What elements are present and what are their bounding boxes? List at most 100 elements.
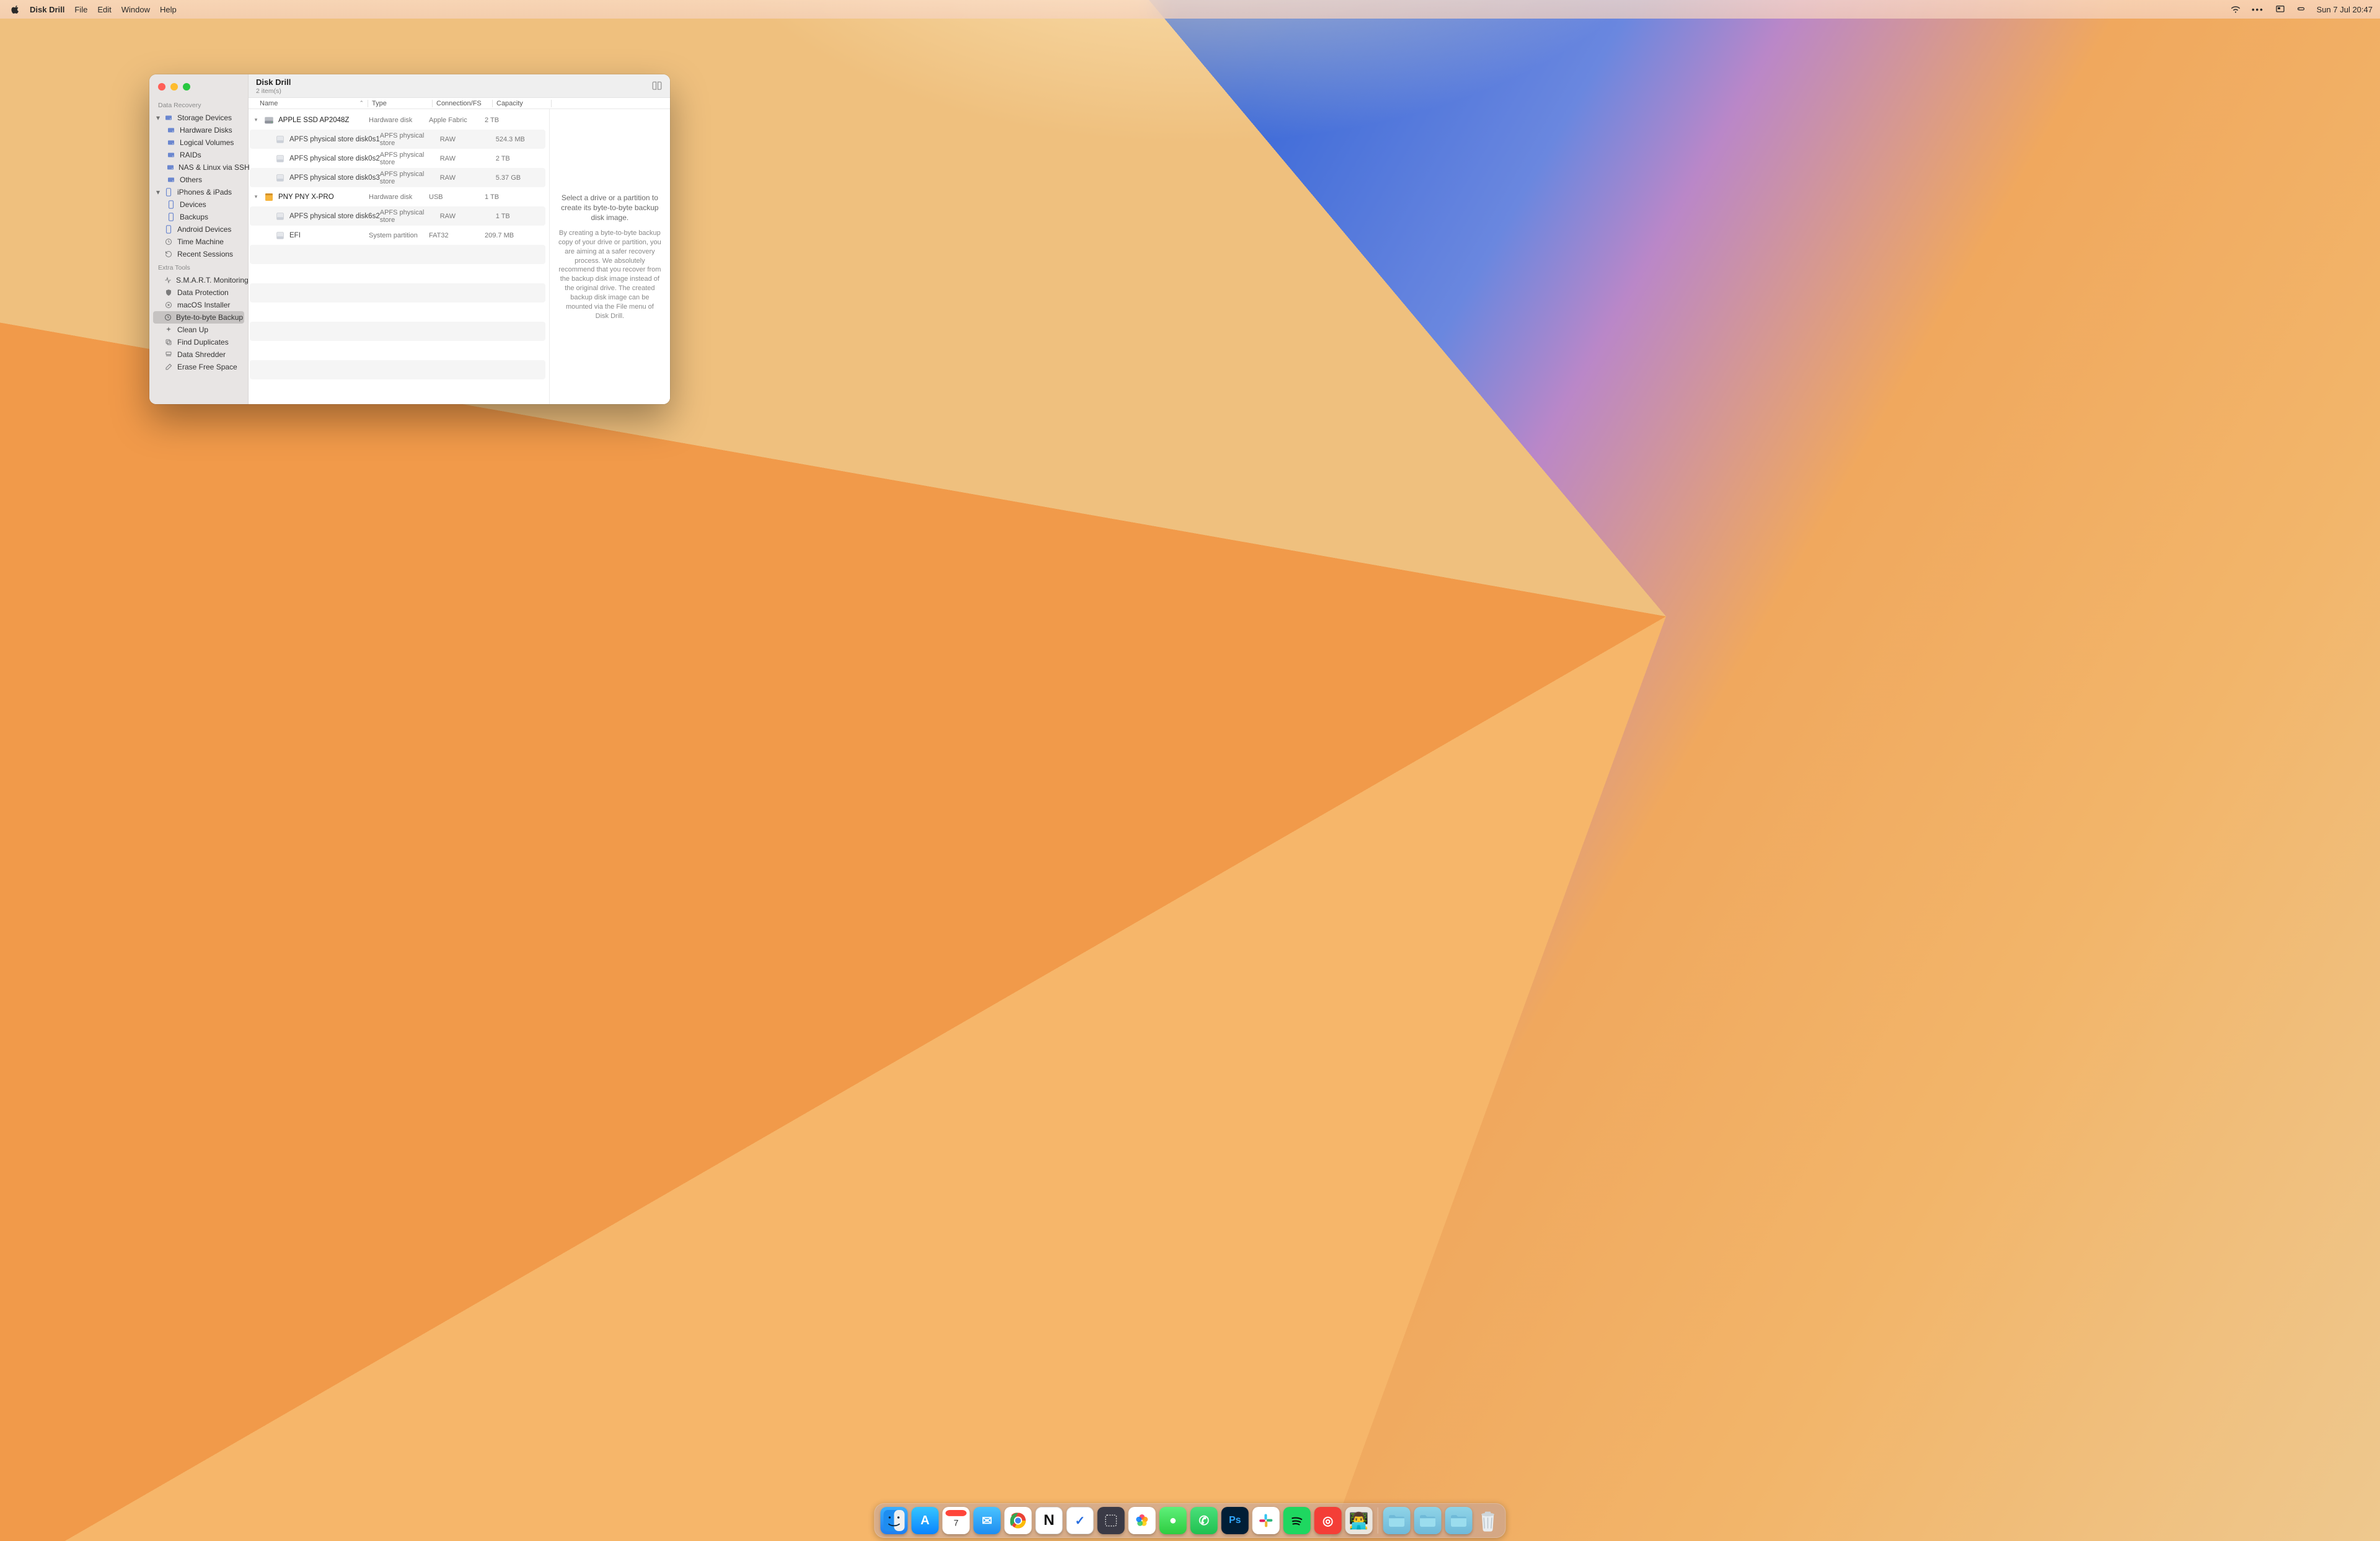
control-center-icon[interactable] [2296, 5, 2306, 14]
menubar: Disk Drill File Edit Window Help ••• Sun… [0, 0, 2380, 19]
dock-app-mail[interactable]: ✉ [974, 1507, 1001, 1534]
dock-app-app-store[interactable]: A [912, 1507, 939, 1534]
sidebar-item-recent-sessions[interactable]: Recent Sessions [149, 248, 248, 260]
table-row[interactable]: APFS physical store disk0s3APFS physical… [250, 168, 545, 187]
table-row[interactable]: ▾PNY PNY X-PROHardware diskUSB1 TB [250, 187, 545, 206]
row-type: APFS physical store [380, 209, 440, 224]
sidebar-item-raids[interactable]: RAIDs [149, 149, 248, 161]
sidebar-item-macos-installer[interactable]: macOS Installer [149, 299, 248, 311]
dock-app-pixelmator[interactable] [1098, 1507, 1125, 1534]
history-icon [164, 250, 173, 258]
clock-icon [164, 238, 173, 245]
chevron-down-icon[interactable]: ▾ [252, 193, 260, 200]
dock-app-photos[interactable] [1129, 1507, 1156, 1534]
dock-folder-1[interactable] [1383, 1507, 1411, 1534]
sidebar-item-erase-free-space[interactable]: Erase Free Space [149, 361, 248, 373]
sidebar-item-backups[interactable]: Backups [149, 211, 248, 223]
dock-app-pocketcasts[interactable]: ◎ [1315, 1507, 1342, 1534]
close-button[interactable] [158, 83, 165, 91]
row-type: Hardware disk [369, 117, 429, 124]
detail-heading: Select a drive or a partition to create … [558, 193, 661, 223]
row-connection: Apple Fabric [429, 117, 485, 124]
dock-folder-3[interactable] [1445, 1507, 1473, 1534]
clock-icon [164, 314, 172, 321]
empty-row [250, 264, 545, 283]
sidebar-item-data-shredder[interactable]: Data Shredder [149, 348, 248, 361]
sidebar-item-label: Time Machine [177, 237, 224, 246]
detail-panel: Select a drive or a partition to create … [549, 109, 670, 404]
chevron-down-icon[interactable]: ▾ [155, 115, 161, 121]
minimize-button[interactable] [170, 83, 178, 91]
sidebar-item-time-machine[interactable]: Time Machine [149, 236, 248, 248]
dock-app-notion[interactable]: N [1036, 1507, 1063, 1534]
sidebar-item-label: Devices [180, 200, 206, 209]
dock-app-whatsapp[interactable]: ✆ [1191, 1507, 1218, 1534]
table-row[interactable]: EFISystem partitionFAT32209.7 MB [250, 226, 545, 245]
dock-app-finder[interactable] [881, 1507, 908, 1534]
menu-app-name[interactable]: Disk Drill [30, 5, 64, 14]
phone-icon [167, 200, 175, 209]
empty-row [250, 341, 545, 360]
dock-app-memoji[interactable]: 👨‍💻 [1346, 1507, 1373, 1534]
sidebar-item-android-devices[interactable]: Android Devices [149, 223, 248, 236]
sidebar-item-hardware-disks[interactable]: Hardware Disks [149, 124, 248, 136]
sidebar-item-others[interactable]: Others [149, 174, 248, 186]
row-capacity: 524.3 MB [496, 136, 545, 143]
column-connection[interactable]: Connection/FS [436, 100, 492, 107]
dock-app-spotify[interactable] [1284, 1507, 1311, 1534]
column-capacity[interactable]: Capacity [496, 100, 551, 107]
menu-edit[interactable]: Edit [97, 5, 111, 14]
menu-help[interactable]: Help [160, 5, 177, 14]
row-capacity: 2 TB [496, 155, 545, 162]
disk-drill-window: Data Recovery ▾ Storage Devices Hardware… [149, 74, 670, 404]
row-type: APFS physical store [380, 132, 440, 147]
sidebar-item-devices[interactable]: Devices [149, 198, 248, 211]
dock-app-messages[interactable]: ● [1160, 1507, 1187, 1534]
row-name: APFS physical store disk0s3 [289, 174, 380, 182]
empty-row [250, 245, 545, 264]
sidebar-item-storage-devices[interactable]: ▾ Storage Devices [149, 112, 248, 124]
dock-app-chrome[interactable] [1005, 1507, 1032, 1534]
sidebar-item-logical-volumes[interactable]: Logical Volumes [149, 136, 248, 149]
menu-window[interactable]: Window [121, 5, 150, 14]
sidebar-item-clean-up[interactable]: Clean Up [149, 324, 248, 336]
dock-app-things[interactable]: ✓ [1067, 1507, 1094, 1534]
disk-icon [164, 114, 173, 121]
menu-extras-icon[interactable]: ••• [2252, 5, 2264, 14]
dock-trash[interactable] [1476, 1507, 1500, 1534]
dock-app-slack[interactable] [1253, 1507, 1280, 1534]
dock-app-photoshop[interactable]: Ps [1222, 1507, 1249, 1534]
column-name[interactable]: Name ⌃ [249, 100, 368, 107]
table-row[interactable]: APFS physical store disk0s1APFS physical… [250, 130, 545, 149]
screen-mirroring-icon[interactable] [2275, 4, 2285, 14]
zoom-button[interactable] [183, 83, 190, 91]
wifi-icon[interactable] [2231, 4, 2241, 14]
volume-icon [275, 230, 286, 241]
table-row[interactable]: ▾APPLE SSD AP2048ZHardware diskApple Fab… [250, 110, 545, 130]
chevron-down-icon[interactable]: ▾ [252, 117, 260, 123]
hdd-internal-icon [263, 115, 275, 126]
sidebar-item-label: Backups [180, 213, 208, 221]
row-type: APFS physical store [380, 170, 440, 185]
row-type: System partition [369, 232, 429, 239]
sidebar-item-data-protection[interactable]: Data Protection [149, 286, 248, 299]
dock-app-calendar[interactable]: 7 [943, 1507, 970, 1534]
sidebar-item-smart[interactable]: S.M.A.R.T. Monitoring [149, 274, 248, 286]
menubar-clock[interactable]: Sun 7 Jul 20:47 [2317, 5, 2373, 14]
sidebar-item-find-duplicates[interactable]: Find Duplicates [149, 336, 248, 348]
sidebar: Data Recovery ▾ Storage Devices Hardware… [149, 74, 249, 404]
table-row[interactable]: APFS physical store disk0s2APFS physical… [250, 149, 545, 168]
column-type[interactable]: Type [372, 100, 432, 107]
help-book-icon[interactable] [651, 81, 663, 92]
sidebar-item-nas-linux[interactable]: NAS & Linux via SSH [149, 161, 248, 174]
phone-icon [164, 188, 173, 196]
apple-logo-icon[interactable] [11, 5, 20, 14]
chevron-down-icon[interactable]: ▾ [155, 189, 161, 195]
dock-folder-2[interactable] [1414, 1507, 1442, 1534]
x-circle-icon [164, 301, 173, 309]
table-row[interactable]: APFS physical store disk6s2APFS physical… [250, 206, 545, 226]
menu-file[interactable]: File [74, 5, 87, 14]
copy-icon [164, 338, 173, 346]
sidebar-item-byte-to-byte[interactable]: Byte-to-byte Backup [153, 311, 244, 324]
sidebar-item-iphones-ipads[interactable]: ▾ iPhones & iPads [149, 186, 248, 198]
